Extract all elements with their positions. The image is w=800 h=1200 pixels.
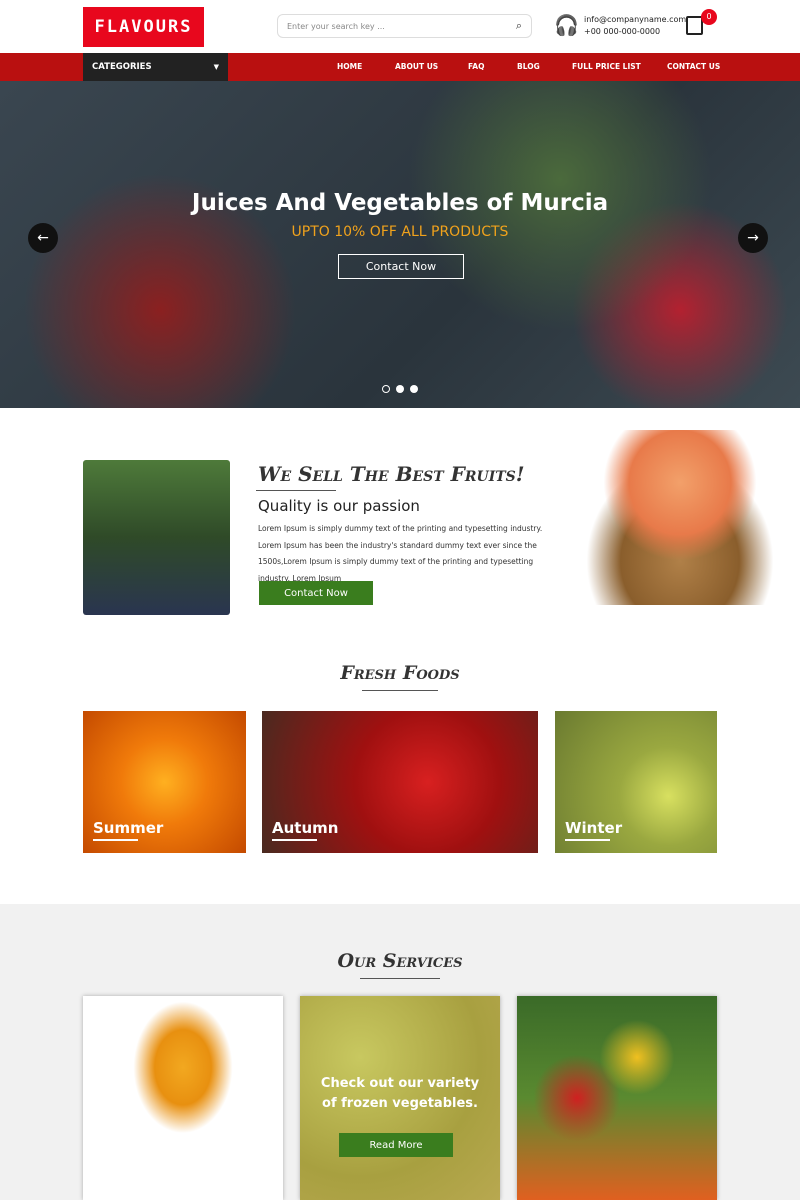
nav-blog[interactable]: BLOG xyxy=(517,53,540,81)
caret-down-icon: ▼ xyxy=(213,63,219,71)
arrow-left-icon[interactable]: ← xyxy=(28,223,58,253)
categories-dropdown[interactable]: CATEGORIES ▼ xyxy=(83,53,228,81)
tile-autumn[interactable]: Autumn xyxy=(262,711,538,853)
about-subheading: Quality is our passion xyxy=(258,497,420,515)
logo[interactable]: FLAVOURS xyxy=(83,7,204,47)
tile-summer[interactable]: Summer xyxy=(83,711,246,853)
service-card-juice[interactable] xyxy=(83,996,283,1200)
nav-contact[interactable]: CONTACT US xyxy=(667,53,720,81)
slider-dot[interactable] xyxy=(396,385,404,393)
hero-subtitle: UPTO 10% OFF ALL PRODUCTS xyxy=(291,224,509,240)
categories-label: CATEGORIES xyxy=(92,62,152,72)
man-photo xyxy=(83,460,230,615)
hero-slider xyxy=(0,81,800,408)
nav-price-list[interactable]: FULL PRICE LIST xyxy=(572,53,641,81)
contact-info: info@companyname.com +00 000-000-0000 xyxy=(584,14,686,38)
tile-winter[interactable]: Winter xyxy=(555,711,717,853)
slider-dot[interactable] xyxy=(410,385,418,393)
search-input[interactable]: Enter your search key ... ⌕ xyxy=(277,14,532,38)
hero-title: Juices And Vegetables of Murcia xyxy=(191,190,609,216)
tile-label: Winter xyxy=(565,819,623,837)
tile-label: Autumn xyxy=(272,819,339,837)
service-card-text: Check out our variety of frozen vegetabl… xyxy=(320,1076,480,1111)
headphones-icon: 🎧 xyxy=(554,13,579,37)
fresh-heading: Fresh Foods xyxy=(340,662,460,684)
peach-basket-image xyxy=(560,430,800,605)
about-heading: We Sell The Best Fruits! xyxy=(258,462,525,486)
services-heading: Our Services xyxy=(337,950,463,972)
hero-contact-button[interactable]: Contact Now xyxy=(338,254,464,279)
divider xyxy=(362,690,438,691)
cart-badge: 0 xyxy=(701,9,717,25)
read-more-button[interactable]: Read More xyxy=(339,1133,453,1157)
divider xyxy=(256,490,336,491)
slider-dot[interactable] xyxy=(382,385,390,393)
arrow-right-icon[interactable]: → xyxy=(738,223,768,253)
search-placeholder: Enter your search key ... xyxy=(287,21,385,31)
email[interactable]: info@companyname.com xyxy=(584,14,686,26)
search-icon[interactable]: ⌕ xyxy=(516,19,522,33)
phone: +00 000-000-0000 xyxy=(584,27,661,36)
service-card-vegetables[interactable] xyxy=(517,996,717,1200)
about-contact-button[interactable]: Contact Now xyxy=(259,581,373,605)
nav-faq[interactable]: FAQ xyxy=(468,53,484,81)
divider xyxy=(360,978,440,979)
nav-home[interactable]: HOME xyxy=(337,53,362,81)
nav-about[interactable]: ABOUT US xyxy=(395,53,438,81)
tile-label: Summer xyxy=(93,819,164,837)
about-body: Lorem Ipsum is simply dummy text of the … xyxy=(258,524,543,583)
